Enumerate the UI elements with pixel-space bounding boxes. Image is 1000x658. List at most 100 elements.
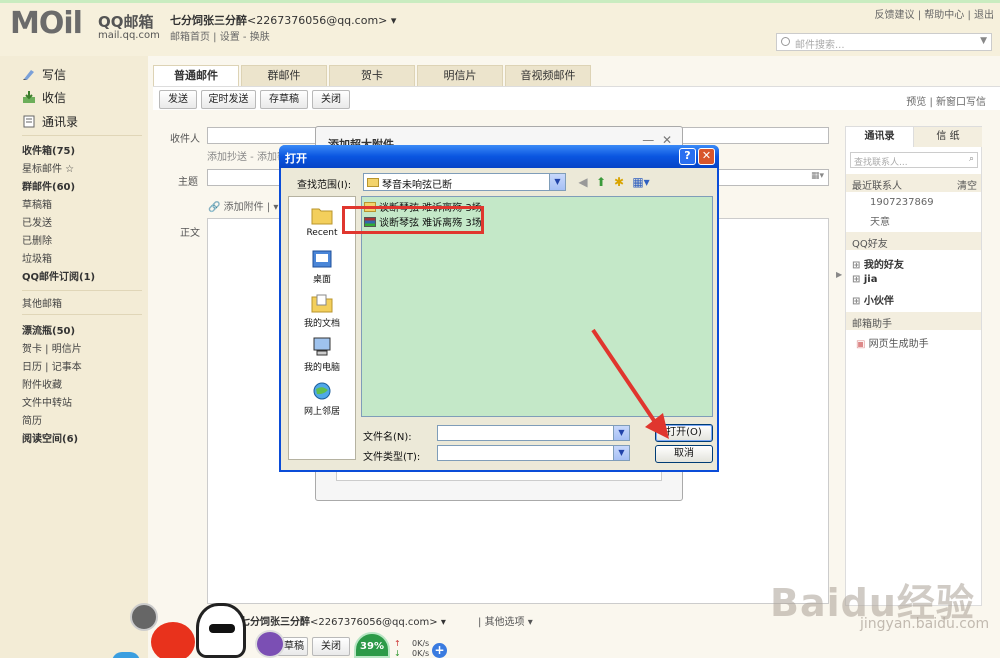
recent-contacts-header: 最近联系人 清空 — [846, 174, 981, 192]
plus-icon[interactable]: + — [432, 643, 447, 658]
add-attachment-link[interactable]: 🔗 添加附件 | ▾ — [208, 198, 278, 213]
view-menu-icon[interactable]: ▦▾ — [631, 175, 651, 189]
sidebar-folder-item[interactable]: 星标邮件 ☆ — [22, 160, 74, 175]
folder-icon — [367, 178, 379, 187]
other-options-link[interactable]: | 其他选项 ▾ — [478, 613, 533, 628]
recent-contact-item[interactable]: 1907237869 — [870, 197, 934, 208]
tab-av-mail[interactable]: 音视频邮件 — [505, 65, 591, 86]
place-my-computer[interactable]: 我的电脑 — [289, 337, 355, 373]
sidebar-folder-item[interactable]: 草稿箱 — [22, 196, 52, 211]
collapse-arrow-icon[interactable]: ▶ — [836, 270, 842, 279]
clear-link[interactable]: 清空 — [957, 177, 977, 192]
body-label: 正文 — [180, 228, 200, 239]
sidebar-extra-item[interactable]: 附件收藏 — [22, 376, 62, 391]
back-icon[interactable]: ◀ — [576, 175, 590, 189]
contacts-label: 通讯录 — [42, 115, 79, 129]
sogou-icon[interactable] — [151, 622, 195, 658]
place-desktop[interactable]: 桌面 — [289, 249, 355, 285]
top-links[interactable]: 反馈建议 | 帮助中心 | 退出 — [875, 6, 994, 21]
group-label: 小伙伴 — [863, 296, 894, 307]
download-arrow-icon: ↓ — [394, 649, 401, 658]
account-links[interactable]: 邮箱首页 | 设置 - 换肤 — [170, 28, 270, 43]
tab-greeting-card[interactable]: 贺卡 — [329, 65, 415, 86]
sidebar-contacts[interactable]: 通讯录 — [22, 113, 78, 130]
tab-normal-mail[interactable]: 普通邮件 — [153, 65, 239, 86]
address-book-icon — [22, 115, 36, 128]
documents-folder-icon — [311, 293, 333, 313]
widget-bubble-icon[interactable] — [130, 603, 158, 631]
blue-widget-icon[interactable] — [112, 652, 140, 658]
help-button[interactable]: ? — [679, 148, 696, 165]
sidebar-folder-item[interactable]: 已删除 — [22, 232, 52, 247]
friend-group-item[interactable]: ⊞ 小伙伴 — [852, 292, 894, 307]
sidebar-extra-item[interactable]: 简历 — [22, 412, 42, 427]
close-button-bottom[interactable]: 关闭 — [312, 637, 350, 656]
sidebar-extra-item[interactable]: 日历 | 记事本 — [22, 358, 82, 373]
group-label: jia — [863, 274, 878, 285]
filename-label: 文件名(N): — [363, 432, 412, 443]
tab-contacts[interactable]: 通讯录 — [846, 127, 914, 147]
sidebar-extra-item[interactable]: 阅读空间(6) — [22, 430, 78, 445]
preview-links[interactable]: 预览 | 新窗口写信 — [906, 93, 986, 108]
sender-name: 七分饲张三分醉 — [240, 617, 310, 628]
close-icon[interactable]: ✕ — [698, 148, 715, 165]
filetype-label: 文件类型(T): — [363, 452, 421, 463]
moon-widget-icon[interactable] — [255, 630, 285, 658]
close-button[interactable]: 关闭 — [312, 90, 350, 109]
sidebar-folder-item[interactable]: 收件箱(75) — [22, 142, 75, 157]
webpage-assistant-link[interactable]: ▣ 网页生成助手 — [856, 335, 929, 350]
search-icon: ⌕ — [968, 154, 974, 164]
sidebar-folder-item[interactable]: 已发送 — [22, 214, 52, 229]
annotation-arrow — [591, 328, 669, 439]
bottom-sender-info[interactable]: 七分饲张三分醉<2267376056@qq.com> ▾ — [240, 613, 446, 628]
cancel-button[interactable]: 取消 — [655, 445, 713, 463]
sender-email: <2267376056@qq.com> — [310, 617, 438, 628]
places-bar: Recent 桌面 我的文档 我的电脑 网上邻居 — [288, 196, 356, 460]
network-globe-icon — [311, 381, 333, 401]
filetype-select[interactable]: ▼ — [437, 445, 630, 461]
mail-search-input[interactable]: 邮件搜索... ▼ — [776, 33, 992, 51]
sidebar: 写信 收信 通讯录 收件箱(75) 星标邮件 ☆ 群邮件(60) 草稿箱已发送已删除垃… — [0, 56, 148, 658]
sidebar-extra-item[interactable]: 贺卡 | 明信片 — [22, 340, 82, 355]
tab-stationery[interactable]: 信 纸 — [914, 127, 982, 147]
sidebar-folder-item[interactable]: QQ邮件订阅(1) — [22, 268, 95, 283]
desktop-icon — [311, 249, 333, 269]
sidebar-extra-item[interactable]: 漂流瓶(50) — [22, 322, 75, 337]
send-button[interactable]: 发送 — [159, 90, 197, 109]
pencil-icon — [22, 68, 36, 81]
sidebar-extra-item[interactable]: 文件中转站 — [22, 394, 72, 409]
tab-postcard[interactable]: 明信片 — [417, 65, 503, 86]
logo-mark: MOil — [10, 6, 83, 41]
new-folder-icon[interactable]: ✱ — [612, 175, 626, 189]
sidebar-folder-item[interactable]: 垃圾箱 — [22, 250, 52, 265]
chevron-down-icon: ▼ — [980, 36, 987, 46]
sidebar-inbox[interactable]: 收信 — [22, 89, 66, 106]
chevron-down-icon: ▾ — [440, 617, 446, 628]
up-folder-icon[interactable]: ⬆ — [594, 175, 608, 189]
save-draft-button[interactable]: 存草稿 — [260, 90, 308, 109]
chevron-down-icon: ▾ — [390, 14, 397, 27]
open-dialog-titlebar[interactable]: 打开 ? ✕ — [279, 145, 719, 168]
divider — [22, 314, 142, 315]
search-icon — [781, 37, 790, 46]
account-info[interactable]: 七分饲张三分醉<2267376056@qq.com> ▾ — [170, 12, 396, 28]
contact-search-input[interactable]: 查找联系人... ⌕ — [850, 152, 978, 168]
account-email: <2267376056@qq.com> — [247, 14, 388, 27]
tab-group-mail[interactable]: 群邮件 — [241, 65, 327, 86]
sidebar-other-mailboxes[interactable]: 其他邮箱 — [22, 295, 62, 310]
account-name: 七分饲张三分醉 — [170, 14, 247, 27]
upload-speed: 0K/s — [412, 639, 430, 648]
recent-contact-item[interactable]: 天意 — [870, 213, 890, 228]
divider — [22, 290, 142, 291]
mascot-icon[interactable] — [196, 603, 246, 658]
place-network[interactable]: 网上邻居 — [289, 381, 355, 417]
look-in-select[interactable]: 琴音未响弦已断 ▼ — [363, 173, 566, 191]
sidebar-folder-item[interactable]: 群邮件(60) — [22, 178, 75, 193]
subject-label: 主题 — [178, 177, 198, 188]
place-my-documents[interactable]: 我的文档 — [289, 293, 355, 329]
timed-send-button[interactable]: 定时发送 — [201, 90, 256, 109]
friend-group-item[interactable]: ⊞ 我的好友 — [852, 256, 904, 271]
friend-group-item[interactable]: ⊞ jia — [852, 274, 877, 285]
upload-arrow-icon: ↑ — [394, 639, 401, 648]
sidebar-compose[interactable]: 写信 — [22, 66, 66, 83]
